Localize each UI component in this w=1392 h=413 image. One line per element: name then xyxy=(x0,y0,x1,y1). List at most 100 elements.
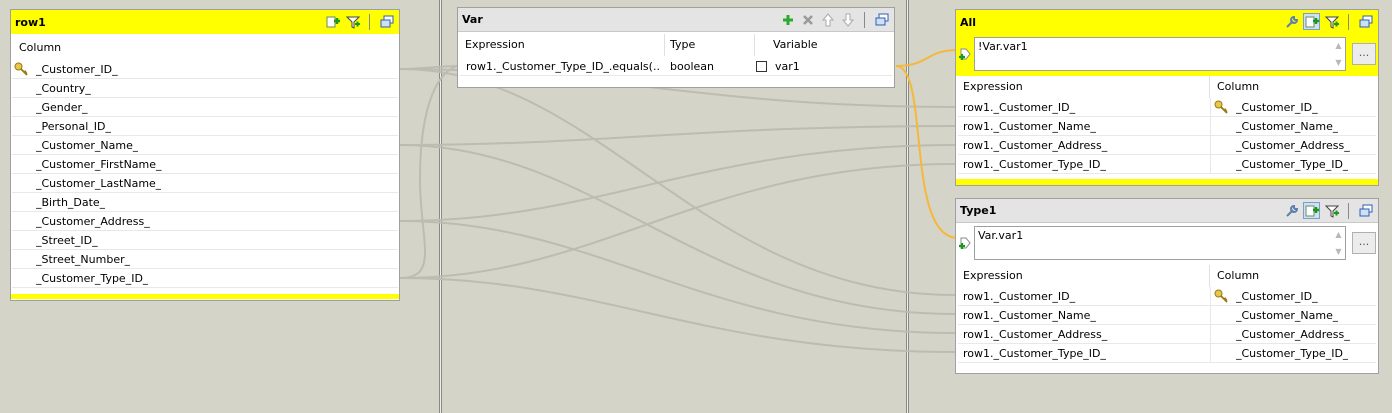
filter-arrow-icon xyxy=(958,46,974,65)
input-column-row[interactable]: _Customer_Type_ID_ xyxy=(12,269,398,288)
output-row[interactable]: row1._Customer_ID_ _Customer_ID_ xyxy=(958,98,1376,117)
output-row[interactable]: row1._Customer_Address_ _Customer_Address… xyxy=(958,136,1376,155)
expression-scroll-arrows[interactable]: ▲ ▼ xyxy=(1334,41,1343,67)
input-column-row[interactable]: _Customer_Address_ xyxy=(12,212,398,231)
output-expression-cell[interactable]: row1._Customer_Name_ xyxy=(963,306,1211,325)
move-down-icon[interactable] xyxy=(839,11,856,28)
output-expression-cell[interactable]: row1._Customer_Type_ID_ xyxy=(963,344,1211,363)
output-row[interactable]: row1._Customer_ID_ _Customer_ID_ xyxy=(958,287,1376,306)
output-expression-cell[interactable]: row1._Customer_Type_ID_ xyxy=(963,155,1211,174)
input-column-row[interactable]: _Country_ xyxy=(12,79,398,98)
output-row[interactable]: row1._Customer_Type_ID_ _Customer_Type_ID… xyxy=(958,344,1376,363)
move-up-icon[interactable] xyxy=(819,11,836,28)
output-table-header: Type1 xyxy=(956,199,1378,223)
var-variable-header: Variable xyxy=(773,38,818,51)
output-column-cell[interactable]: _Customer_Type_ID_ xyxy=(1236,155,1348,174)
minimize-icon[interactable] xyxy=(1357,13,1374,30)
output-expression-cell[interactable]: row1._Customer_Name_ xyxy=(963,117,1211,136)
output-column-cell[interactable]: _Customer_Name_ xyxy=(1236,117,1338,136)
output-table-title: All xyxy=(960,15,977,29)
output-table-body: Expression Column row1._Customer_ID_ _Custo… xyxy=(956,265,1378,373)
output-row[interactable]: row1._Customer_Type_ID_ _Customer_Type_ID… xyxy=(958,155,1376,174)
input-column-row[interactable]: _Birth_Date_ xyxy=(12,193,398,212)
add-variable-icon[interactable] xyxy=(779,11,796,28)
divider xyxy=(1210,117,1211,136)
filter-zone: Var.var1 ▲ ▼... xyxy=(956,223,1378,263)
input-column-name[interactable]: _Birth_Date_ xyxy=(36,193,105,212)
input-column-name[interactable]: _Street_Number_ xyxy=(36,250,130,269)
input-column-row[interactable]: _Customer_LastName_ xyxy=(12,174,398,193)
output-expression-cell[interactable]: row1._Customer_Address_ xyxy=(963,136,1211,155)
output-row[interactable]: row1._Customer_Name_ _Customer_Name_ xyxy=(958,117,1376,136)
output-column-cell[interactable]: _Customer_Address_ xyxy=(1236,325,1350,344)
add-column-icon[interactable] xyxy=(324,13,341,30)
input-column-name[interactable]: _Customer_Address_ xyxy=(36,212,150,231)
output-table-toolbar xyxy=(1283,13,1374,30)
input-column-name[interactable]: _Customer_Name_ xyxy=(36,136,138,155)
output-column-cell[interactable]: _Customer_ID_ xyxy=(1236,287,1318,306)
filter-expression-input[interactable]: !Var.var1 ▲ ▼ xyxy=(974,37,1346,71)
var-variable-cell[interactable]: var1 xyxy=(775,57,800,76)
expression-scroll-arrows[interactable]: ▲ ▼ xyxy=(1334,230,1343,256)
var-type-header: Type xyxy=(665,34,755,56)
expression-filter-icon[interactable] xyxy=(1303,13,1320,30)
input-table-toolbar xyxy=(324,13,395,30)
divider xyxy=(1210,344,1211,363)
input-table-title: row1 xyxy=(15,15,46,29)
filter-icon[interactable] xyxy=(1323,13,1340,30)
input-column-name[interactable]: _Customer_ID_ xyxy=(36,60,118,79)
wrench-icon[interactable] xyxy=(1283,202,1300,219)
minimize-icon[interactable] xyxy=(1357,202,1374,219)
output-expression-cell[interactable]: row1._Customer_Address_ xyxy=(963,325,1211,344)
var-type-cell[interactable]: boolean xyxy=(670,57,714,76)
input-column-row[interactable]: _Street_ID_ xyxy=(12,231,398,250)
expression-filter-icon[interactable] xyxy=(1303,202,1320,219)
output-row[interactable]: row1._Customer_Address_ _Customer_Address… xyxy=(958,325,1376,344)
key-icon xyxy=(14,62,28,79)
input-column-row[interactable]: _Gender_ xyxy=(12,98,398,117)
input-table-footer-bar xyxy=(11,294,399,299)
input-table-header: row1 xyxy=(11,10,399,34)
input-column-name[interactable]: _Country_ xyxy=(36,79,91,98)
output-expression-cell[interactable]: row1._Customer_ID_ xyxy=(963,287,1211,306)
output-column-cell[interactable]: _Customer_Name_ xyxy=(1236,306,1338,325)
divider xyxy=(1210,136,1211,155)
divider xyxy=(1210,98,1211,117)
input-column-name[interactable]: _Gender_ xyxy=(36,98,88,117)
input-column-row[interactable]: _Personal_ID_ xyxy=(12,117,398,136)
var-table: Var Expression Type Variable row1._Custo… xyxy=(457,7,895,88)
var-row[interactable]: row1._Customer_Type_ID_.equals(... boole… xyxy=(460,57,892,76)
output-table-header: All xyxy=(956,10,1378,34)
expression-builder-button[interactable]: ... xyxy=(1352,43,1376,65)
link-var1-type1 xyxy=(895,65,959,239)
input-column-row[interactable]: _Street_Number_ xyxy=(12,250,398,269)
input-column-name[interactable]: _Customer_FirstName_ xyxy=(36,155,162,174)
input-column-row[interactable]: _Customer_ID_ xyxy=(12,60,398,79)
output-column-cell[interactable]: _Customer_Type_ID_ xyxy=(1236,344,1348,363)
link-type-loop xyxy=(399,65,459,279)
link-customer-type-all xyxy=(399,163,956,279)
input-column-row[interactable]: _Customer_Name_ xyxy=(12,136,398,155)
filter-icon[interactable] xyxy=(1323,202,1340,219)
filter-expression-input[interactable]: Var.var1 ▲ ▼ xyxy=(974,226,1346,260)
output-column-cell[interactable]: _Customer_ID_ xyxy=(1236,98,1318,117)
var-nullable-checkbox[interactable] xyxy=(756,61,767,72)
toolbar-separator xyxy=(1348,202,1349,219)
remove-icon[interactable] xyxy=(799,11,816,28)
output-column-cell[interactable]: _Customer_Address_ xyxy=(1236,136,1350,155)
input-column-name[interactable]: _Customer_LastName_ xyxy=(36,174,161,193)
output-expression-cell[interactable]: row1._Customer_ID_ xyxy=(963,98,1211,117)
filter-icon[interactable] xyxy=(344,13,361,30)
link-customer-name-type1 xyxy=(399,144,956,315)
input-column-row[interactable]: _Customer_FirstName_ xyxy=(12,155,398,174)
input-column-name[interactable]: _Street_ID_ xyxy=(36,231,98,250)
minimize-icon[interactable] xyxy=(378,13,395,30)
minimize-icon[interactable] xyxy=(873,11,890,28)
filter-expression-text: Var.var1 xyxy=(978,229,1024,242)
input-column-name[interactable]: _Personal_ID_ xyxy=(36,117,111,136)
expression-builder-button[interactable]: ... xyxy=(1352,232,1376,254)
input-column-name[interactable]: _Customer_Type_ID_ xyxy=(36,269,148,288)
var-expression-cell[interactable]: row1._Customer_Type_ID_.equals(... xyxy=(466,57,661,76)
output-row[interactable]: row1._Customer_Name_ _Customer_Name_ xyxy=(958,306,1376,325)
wrench-icon[interactable] xyxy=(1283,13,1300,30)
